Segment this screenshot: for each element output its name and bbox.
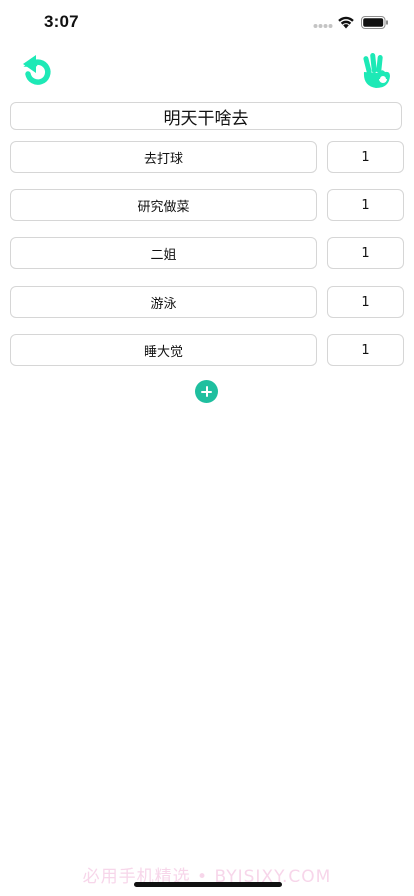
title-input[interactable]: 明天干啥去 bbox=[10, 102, 402, 130]
option-name-input[interactable]: 游泳 bbox=[10, 286, 317, 318]
add-option-button[interactable] bbox=[195, 380, 218, 403]
option-weight-input[interactable]: 1 bbox=[327, 141, 404, 173]
option-name-input[interactable]: 去打球 bbox=[10, 141, 317, 173]
undo-arrow-icon[interactable] bbox=[20, 54, 54, 90]
cellular-signal-icon bbox=[313, 24, 333, 28]
wifi-icon bbox=[338, 16, 354, 29]
option-row: 二姐 1 bbox=[10, 237, 404, 269]
option-weight-input[interactable]: 1 bbox=[327, 334, 404, 366]
home-indicator bbox=[134, 882, 282, 887]
option-weight-input[interactable]: 1 bbox=[327, 286, 404, 318]
status-bar: 3:07 bbox=[0, 0, 414, 46]
option-row: 游泳 1 bbox=[10, 286, 404, 318]
battery-icon bbox=[361, 16, 388, 29]
option-row: 研究做菜 1 bbox=[10, 189, 404, 221]
option-name-input[interactable]: 睡大觉 bbox=[10, 334, 317, 366]
option-row: 去打球 1 bbox=[10, 141, 404, 173]
status-time: 3:07 bbox=[44, 12, 79, 31]
option-weight-input[interactable]: 1 bbox=[327, 237, 404, 269]
option-weight-input[interactable]: 1 bbox=[327, 189, 404, 221]
option-name-input[interactable]: 研究做菜 bbox=[10, 189, 317, 221]
option-name-input[interactable]: 二姐 bbox=[10, 237, 317, 269]
option-row: 睡大觉 1 bbox=[10, 334, 404, 366]
ok-hand-icon[interactable] bbox=[360, 52, 394, 90]
